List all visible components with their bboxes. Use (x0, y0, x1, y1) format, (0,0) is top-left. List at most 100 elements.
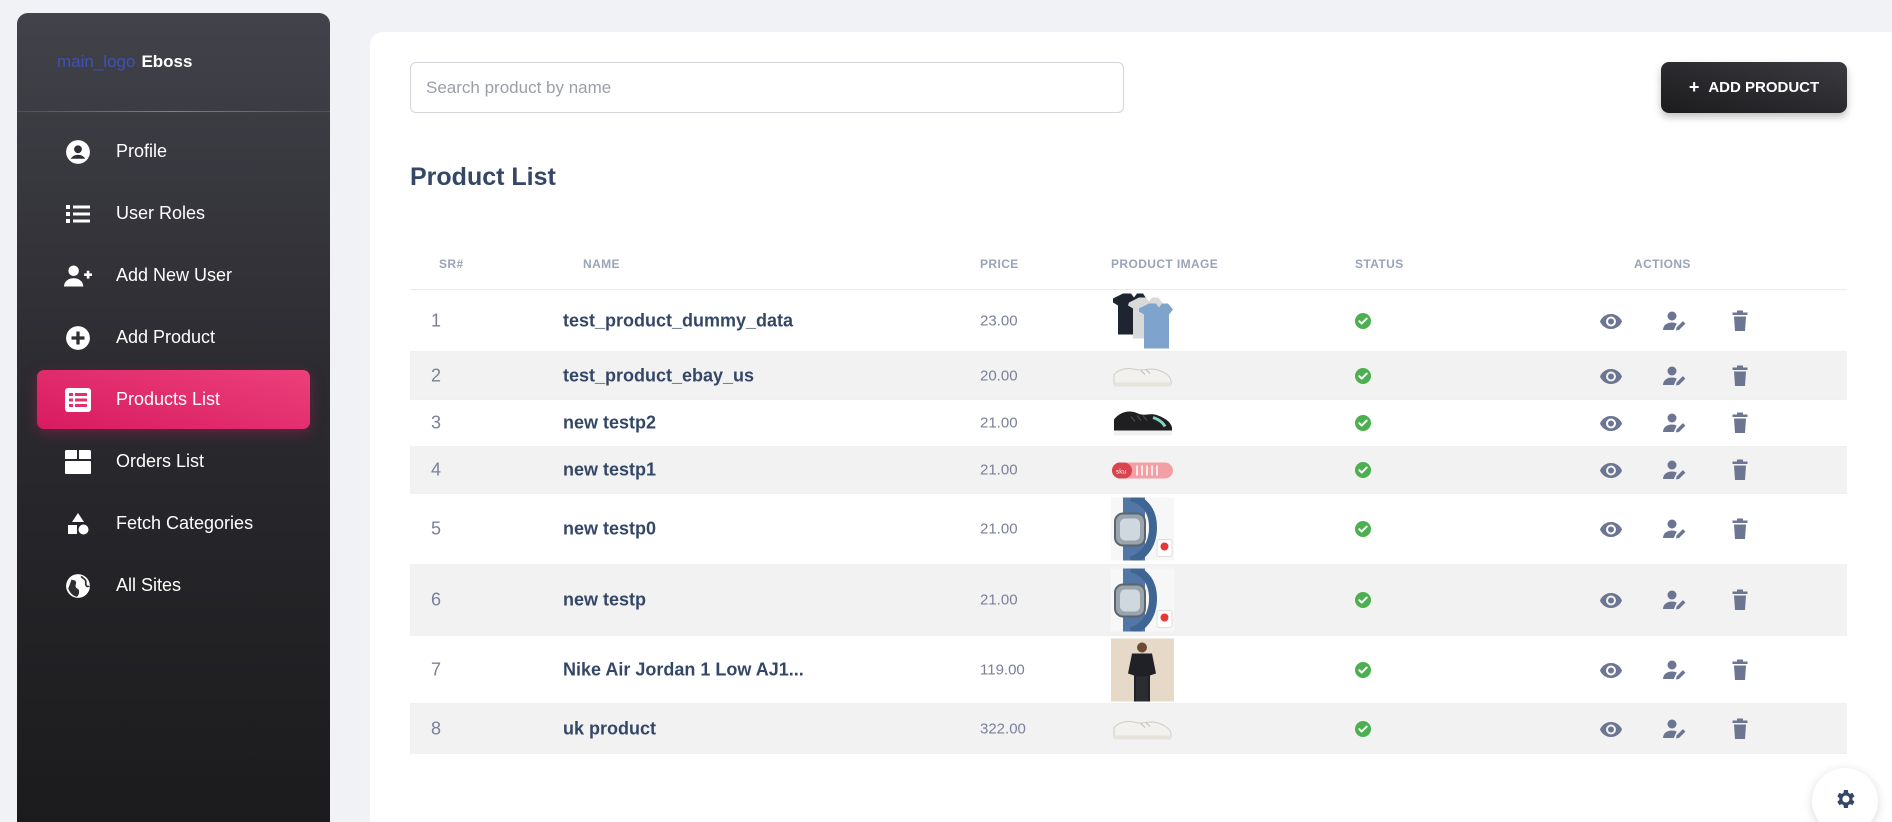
status-check-icon (1355, 661, 1371, 678)
table-row: 5 new testp0 21.00 (410, 494, 1847, 565)
add-circle-icon (64, 324, 92, 352)
edit-icon[interactable] (1663, 411, 1687, 435)
row-price: 23.00 (980, 312, 1018, 329)
view-icon[interactable] (1599, 588, 1623, 612)
sidebar-item-label: Add Product (116, 327, 216, 347)
sidebar-item-fetch-categories[interactable]: Fetch Categories (37, 494, 310, 553)
sidebar-item-products-list[interactable]: Products List (37, 370, 310, 429)
column-header-status: STATUS (1355, 256, 1404, 271)
edit-icon[interactable] (1663, 309, 1687, 333)
table-row: 4 new testp1 21.00 sku (410, 447, 1847, 494)
row-sr: 5 (431, 518, 442, 539)
delete-icon[interactable] (1728, 458, 1752, 482)
sidebar-item-orders-list[interactable]: Orders List (37, 432, 310, 491)
add-product-button[interactable]: + ADD PRODUCT (1661, 62, 1847, 113)
brand-name: Eboss (141, 52, 193, 71)
table-row: 8 uk product 322.00 (410, 704, 1847, 754)
sidebar-divider (17, 111, 330, 112)
row-sr: 6 (431, 589, 442, 610)
svg-text:sku: sku (1116, 468, 1126, 475)
view-icon[interactable] (1599, 458, 1623, 482)
sidebar-item-label: User Roles (116, 203, 206, 223)
status-check-icon (1355, 592, 1371, 608)
edit-icon[interactable] (1663, 658, 1687, 682)
sidebar-item-add-product[interactable]: Add Product (37, 308, 310, 367)
row-price: 21.00 (980, 461, 1018, 479)
row-sr: 2 (431, 365, 442, 385)
row-sr: 8 (431, 718, 442, 738)
delete-icon[interactable] (1728, 658, 1752, 682)
add-product-button-label: ADD PRODUCT (1708, 79, 1820, 96)
gear-icon (1833, 787, 1857, 816)
column-header-name: NAME (583, 256, 620, 271)
view-icon[interactable] (1599, 411, 1623, 435)
main-content: + ADD PRODUCT Product List SR# NAME PRIC… (370, 32, 1892, 822)
table-header: SR# NAME PRICE PRODUCT IMAGE STATUS ACTI… (410, 238, 1847, 290)
edit-icon[interactable] (1663, 364, 1687, 388)
category-icon (64, 510, 92, 538)
row-product-name: new testp2 (563, 412, 657, 433)
column-header-image: PRODUCT IMAGE (1111, 256, 1219, 271)
edit-icon[interactable] (1663, 458, 1687, 482)
box-icon (64, 448, 92, 476)
delete-icon[interactable] (1728, 517, 1752, 541)
brand[interactable]: main_logo Eboss (17, 13, 330, 111)
view-icon[interactable] (1599, 658, 1623, 682)
sidebar: main_logo Eboss Profile User Roles Add N… (17, 13, 330, 822)
delete-icon[interactable] (1728, 411, 1752, 435)
delete-icon[interactable] (1728, 588, 1752, 612)
sidebar-item-label: Orders List (116, 451, 205, 471)
row-price: 21.00 (980, 591, 1018, 609)
view-icon[interactable] (1599, 309, 1623, 333)
globe-icon (64, 572, 92, 600)
list-alt-icon (64, 386, 92, 414)
table-row: 7 Nike Air Jordan 1 Low AJ1... 119.00 (410, 636, 1847, 704)
edit-icon[interactable] (1663, 517, 1687, 541)
view-icon[interactable] (1599, 517, 1623, 541)
row-product-name: new testp0 (563, 518, 657, 539)
sidebar-item-profile[interactable]: Profile (37, 122, 310, 181)
sidebar-item-add-new-user[interactable]: Add New User (37, 246, 310, 305)
delete-icon[interactable] (1728, 309, 1752, 333)
row-product-name: test_product_dummy_data (563, 310, 794, 330)
row-sr: 4 (431, 459, 442, 480)
status-check-icon (1355, 720, 1371, 737)
delete-icon[interactable] (1728, 364, 1752, 388)
product-thumbnail (1111, 568, 1174, 632)
sidebar-item-label: Products List (116, 389, 221, 409)
row-sr: 7 (431, 659, 442, 679)
row-price: 21.00 (980, 520, 1018, 538)
row-price: 20.00 (980, 367, 1018, 384)
view-icon[interactable] (1599, 717, 1623, 741)
sidebar-item-all-sites[interactable]: All Sites (37, 556, 310, 615)
edit-icon[interactable] (1663, 588, 1687, 612)
sidebar-item-label: Fetch Categories (116, 513, 254, 533)
delete-icon[interactable] (1728, 717, 1752, 741)
column-header-sr: SR# (439, 256, 464, 271)
product-thumbnail (1111, 289, 1174, 352)
sidebar-item-label: All Sites (116, 575, 182, 595)
row-product-name: Nike Air Jordan 1 Low AJ1... (563, 659, 804, 679)
table-body: 1 test_product_dummy_data 23.00 2 test_produ… (410, 290, 1847, 754)
view-icon[interactable] (1599, 364, 1623, 388)
row-product-name: new testp (563, 589, 647, 610)
sidebar-item-user-roles[interactable]: User Roles (37, 184, 310, 243)
status-check-icon (1355, 367, 1371, 384)
row-price: 322.00 (980, 720, 1026, 737)
person-add-icon (64, 262, 92, 290)
status-check-icon (1355, 521, 1371, 537)
row-sr: 3 (431, 412, 442, 433)
edit-icon[interactable] (1663, 717, 1687, 741)
row-sr: 1 (431, 310, 442, 330)
sidebar-item-label: Add New User (116, 265, 233, 285)
row-product-name: new testp1 (563, 459, 657, 480)
status-check-icon (1355, 415, 1371, 431)
plus-icon: + (1688, 77, 1700, 97)
status-check-icon (1355, 312, 1371, 329)
row-price: 21.00 (980, 414, 1018, 432)
table-row: 1 test_product_dummy_data 23.00 (410, 290, 1847, 352)
sidebar-item-label: Profile (116, 141, 168, 161)
product-thumbnail (1111, 497, 1174, 561)
column-header-price: PRICE (980, 256, 1019, 271)
search-input[interactable] (410, 62, 1124, 113)
